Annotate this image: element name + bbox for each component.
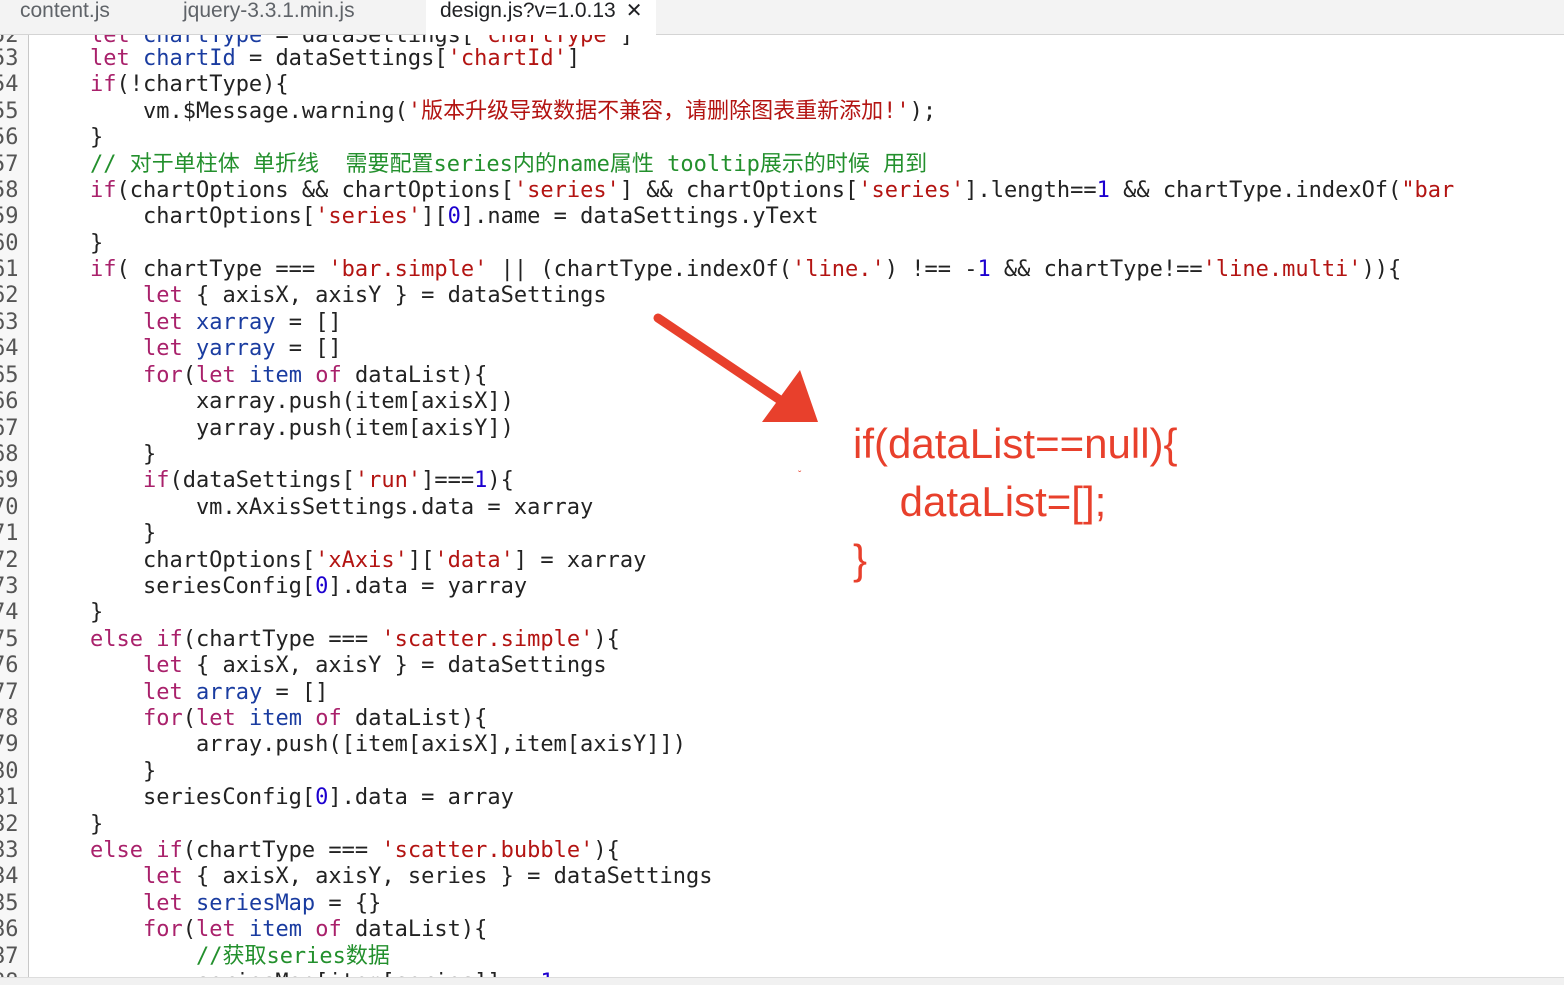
line-number: 72 [0,548,19,573]
line-number: 64 [0,336,19,361]
line-number: 87 [0,944,19,969]
code-text: } [37,125,104,150]
line-number: 53 [0,46,19,71]
line-number: 86 [0,917,19,942]
code-editor[interactable]: 52 let chartType = dataSettings['chartTy… [0,35,1564,985]
line-number: 54 [0,72,19,97]
code-text: vm.xAxisSettings.data = xarray [37,495,594,520]
tab-label: jquery-3.3.1.min.js [183,0,355,22]
line-number: 56 [0,125,19,150]
code-text: yarray.push(item[axisY]) [37,416,514,441]
tab-bar: content.js jquery-3.3.1.min.js design.js… [0,0,1564,35]
code-text: } [37,600,104,625]
code-text: else if(chartType === 'scatter.simple'){ [89,627,620,652]
code-text: let array = [] [142,680,329,705]
code-text: let seriesMap = {} [142,891,382,916]
line-number: 74 [0,600,19,625]
line-number: 57 [0,152,19,177]
line-number: 61 [0,257,19,282]
annotation-arrow-icon [653,313,818,422]
line-number: 68 [0,442,19,467]
line-number: 75 [0,627,19,652]
line-number: 63 [0,310,19,335]
line-number: 83 [0,838,19,863]
line-number: 78 [0,706,19,731]
code-text: vm.$Message.warning('版本升级导致数据不兼容，请删除图表重新… [37,99,937,124]
code-text: if( chartType === 'bar.simple' || (chart… [89,257,1402,282]
code-text: // 对于单柱体 单折线 需要配置series内的name属性 tooltip展… [89,152,928,177]
code-text: } [37,759,157,784]
code-text: let yarray = [] [142,336,342,361]
code-text: let { axisX, axisY } = dataSettings [142,653,607,678]
code-text: xarray.push(item[axisX]) [37,389,514,414]
line-number: 77 [0,680,19,705]
annotation-mark: ˇ [798,470,802,481]
code-text: let chartId = dataSettings['chartId'] [89,46,581,71]
code-text: seriesConfig[0].data = array [37,785,514,810]
code-text: let { axisX, axisY, series } = dataSetti… [142,864,713,889]
line-number: 60 [0,231,19,256]
horizontal-scrollbar[interactable] [0,977,1564,985]
code-text: let { axisX, axisY } = dataSettings [142,283,607,308]
line-number: 65 [0,363,19,388]
line-number: 67 [0,416,19,441]
code-text: for(let item of dataList){ [142,363,488,388]
line-number: 85 [0,891,19,916]
tab-label: design.js?v=1.0.13 [440,0,616,22]
code-text: } [37,812,104,837]
line-number: 59 [0,204,19,229]
line-number: 66 [0,389,19,414]
tab-design-js[interactable]: design.js?v=1.0.13 ✕ [426,0,657,35]
line-number: 71 [0,521,19,546]
line-number: 79 [0,732,19,757]
line-number: 76 [0,653,19,678]
line-number: 70 [0,495,19,520]
code-text: if(chartOptions && chartOptions['series'… [89,178,1455,203]
code-text: for(let item of dataList){ [142,917,488,942]
tab-content-js[interactable]: content.js [20,0,110,34]
line-number: 82 [0,812,19,837]
annotation-note: if(dataList==null){ dataList=[]; } [853,420,1178,583]
code-text: chartOptions['xAxis']['data'] = xarray [37,548,647,573]
code-text: else if(chartType === 'scatter.bubble'){ [89,838,620,863]
close-icon[interactable]: ✕ [626,0,643,22]
code-text: } [37,521,157,546]
code-text: let xarray = [] [142,310,342,335]
code-text: for(let item of dataList){ [142,706,488,731]
code-text: } [37,231,104,256]
line-number: 81 [0,785,19,810]
line-number: 80 [0,759,19,784]
code-text: chartOptions['series'][0].name = dataSet… [37,204,819,229]
code-text: seriesConfig[0].data = yarray [37,574,528,599]
line-number: 73 [0,574,19,599]
code-text: array.push([item[axisX],item[axisY]]) [37,732,687,757]
line-number: 58 [0,178,19,203]
code-text: } [37,442,157,467]
line-number: 62 [0,283,19,308]
tab-label: content.js [20,0,110,22]
code-text: //获取series数据 [195,944,390,969]
tab-jquery[interactable]: jquery-3.3.1.min.js [183,0,355,34]
line-number: 84 [0,864,19,889]
code-text: if(dataSettings['run']===1){ [142,468,514,493]
line-number: 69 [0,468,19,493]
code-text: if(!chartType){ [89,72,289,97]
line-number: 55 [0,99,19,124]
